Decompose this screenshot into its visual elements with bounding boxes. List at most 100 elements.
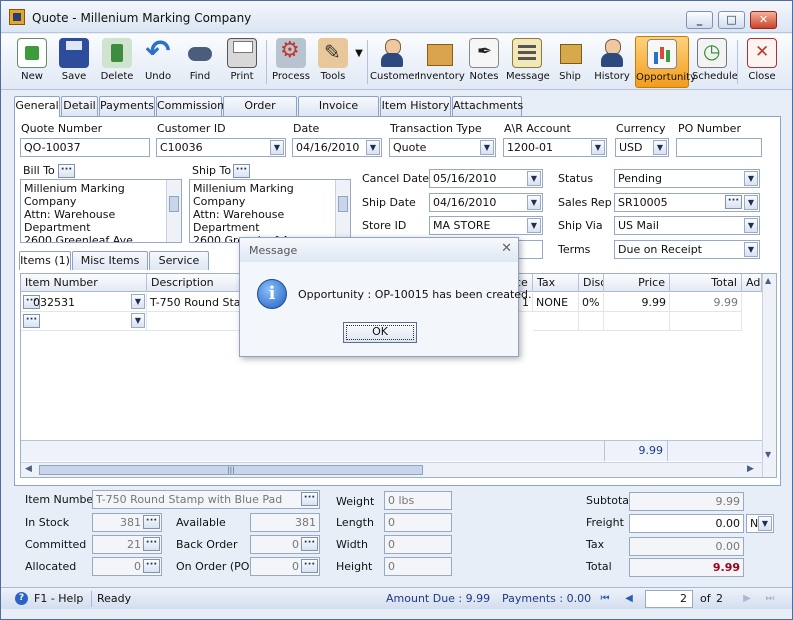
bill-to-address[interactable]: Millenium Marking Company Attn: Warehous… [20,179,182,243]
customer-id-select[interactable]: C10036 ▼ [156,138,286,157]
tab-general[interactable]: General [14,96,60,117]
tab-service[interactable]: Service (0) [149,251,209,285]
new-button[interactable]: New [15,36,49,88]
po-number-field[interactable] [676,138,762,157]
history-button[interactable]: History [592,36,632,88]
ship-via-select[interactable]: US Mail ▼ [614,216,760,235]
message-button[interactable]: Message [506,36,550,88]
in-stock-lookup-button[interactable]: ··· [143,515,160,529]
inventory-button[interactable]: Inventory [417,36,465,88]
chevron-down-icon[interactable]: ▼ [131,294,145,309]
process-button[interactable]: Process [271,36,311,88]
maximize-button[interactable]: □ [718,11,745,29]
ar-account-select[interactable]: 1200-01 ▼ [503,138,607,157]
notes-button[interactable]: Notes [466,36,502,88]
table-row-description-cell[interactable]: T-750 Round Stam [147,293,243,312]
scroll-right-icon[interactable]: ▶ [747,464,754,474]
opportunity-button[interactable]: Opportunity [635,36,696,88]
tab-payments[interactable]: Payments [99,96,155,116]
table-row-disc-cell[interactable]: 0% [579,293,604,312]
chevron-down-icon[interactable]: ▼ [591,140,605,155]
tab-detail[interactable]: Detail [61,96,98,116]
grid-vertical-scrollbar[interactable]: ▲ ▼ [762,274,776,477]
undo-button[interactable]: Undo [141,34,175,88]
scroll-down-icon[interactable]: ▼ [765,450,771,459]
column-header-description[interactable]: Description [147,274,243,292]
table-row-price-cell[interactable]: 9.99 [604,293,670,312]
new-row-tax-cell[interactable] [533,312,579,331]
column-header-tax[interactable]: Tax [533,274,579,292]
chevron-down-icon[interactable]: ▼ [480,140,494,155]
find-button[interactable]: Find [183,36,217,88]
chevron-down-icon[interactable]: ▼ [758,516,772,531]
column-header-ad[interactable]: Ad [742,274,762,292]
bill-to-scrollbar[interactable] [166,180,181,242]
dialog-close-icon[interactable]: ✕ [501,241,512,256]
new-row-total-cell[interactable] [670,312,742,331]
chevron-down-icon[interactable]: ▼ [527,218,541,233]
scroll-thumb[interactable]: ||| [39,465,423,475]
table-row-tax-cell[interactable]: NONE [533,293,579,312]
table-row-item-cell[interactable]: ··· 032531 ▼ [21,293,147,312]
first-record-icon[interactable]: ⏮ [598,592,612,606]
record-number-input[interactable]: 2 [645,590,693,608]
close-window-button[interactable]: ✕ [750,11,777,29]
status-select[interactable]: Pending ▼ [614,169,760,188]
ok-button[interactable]: OK [343,322,417,343]
cancel-date-field[interactable]: 05/16/2010 ▼ [429,169,543,188]
next-record-icon[interactable]: ▶ [740,592,754,606]
chevron-down-icon[interactable]: ▼ [744,218,758,233]
column-header-total[interactable]: Total [670,274,742,292]
chevron-down-icon[interactable]: ▼ [527,171,541,186]
tab-item-history[interactable]: Item History [380,96,451,116]
ship-to-lookup-button[interactable]: ··· [233,164,250,178]
help-label[interactable]: F1 - Help [34,592,83,605]
tab-invoice-history[interactable]: Invoice History [298,96,379,130]
schedule-button[interactable]: Schedule [692,36,738,88]
new-row-price-cell[interactable] [604,312,670,331]
tab-order-history[interactable]: Order History [223,96,297,130]
new-row-item-cell[interactable]: ··· ▼ [21,312,147,331]
chevron-down-icon[interactable]: ▼ [270,140,284,155]
chevron-down-icon[interactable]: ▼ [653,140,667,155]
chevron-down-icon[interactable]: ▼ [366,140,380,155]
transaction-type-select[interactable]: Quote ▼ [389,138,496,157]
sales-rep-lookup-button[interactable]: ··· [725,195,742,209]
scroll-thumb[interactable] [169,196,179,212]
delete-button[interactable]: Delete [99,36,135,88]
on-order-lookup-button[interactable]: ··· [301,559,318,573]
column-header-price[interactable]: Price [604,274,670,292]
ship-button[interactable]: Ship [552,36,588,88]
new-row-description-cell[interactable] [147,312,243,331]
scroll-thumb[interactable] [338,196,348,212]
freight-unit-select[interactable]: N ▼ [746,514,774,533]
save-button[interactable]: Save [57,36,91,88]
ship-to-scrollbar[interactable] [335,180,350,242]
item-number-lookup-button[interactable]: ··· [301,492,318,506]
allocated-lookup-button[interactable]: ··· [143,559,160,573]
chevron-down-icon[interactable]: ▼ [744,171,758,186]
tools-dropdown-button[interactable]: ▼ [353,48,365,100]
committed-lookup-button[interactable]: ··· [143,537,160,551]
scroll-left-icon[interactable]: ◀ [25,464,32,474]
tools-button[interactable]: Tools [315,36,351,88]
print-button[interactable]: Print [225,36,259,88]
terms-select[interactable]: Due on Receipt ▼ [614,240,760,259]
sales-rep-select[interactable]: SR10005 ··· ▼ [614,193,760,212]
ship-date-field[interactable]: 04/16/2010 ▼ [429,193,543,212]
column-header-disc[interactable]: Disc [579,274,604,292]
customer-button[interactable]: Customer [370,36,419,88]
chevron-down-icon[interactable]: ▼ [744,242,758,257]
scroll-up-icon[interactable]: ▲ [765,276,771,285]
chevron-down-icon[interactable]: ▼ [527,195,541,210]
tab-commission[interactable]: Commission [156,96,224,116]
close-button[interactable]: Close [744,36,780,88]
grid-horizontal-scrollbar[interactable]: ◀ ||| ▶ [21,462,762,477]
last-record-icon[interactable]: ⏭ [763,592,777,606]
previous-record-icon[interactable]: ◀ [622,592,636,606]
back-order-lookup-button[interactable]: ··· [301,537,318,551]
quote-number-field[interactable]: QO-10037 [20,138,150,157]
tab-attachments[interactable]: Attachments [452,96,523,116]
store-id-select[interactable]: MA STORE ▼ [429,216,543,235]
tab-items[interactable]: Items (1) [19,251,71,270]
